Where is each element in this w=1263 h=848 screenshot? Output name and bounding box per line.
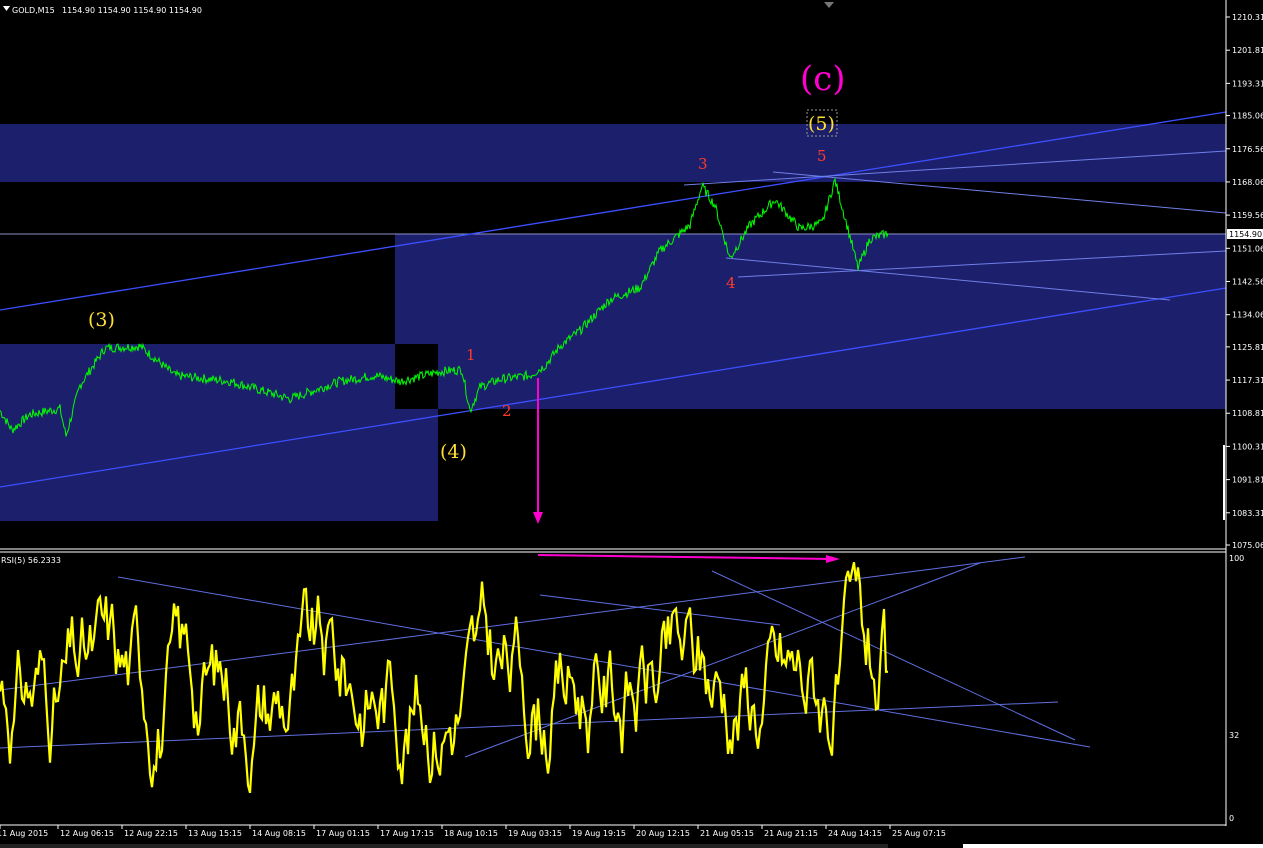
time-tick-label: 13 Aug 15:15 <box>188 829 242 838</box>
time-tick-label: 11 Aug 2015 <box>0 829 48 838</box>
price-tick-label: 1075.06 <box>1232 541 1263 550</box>
time-tick-label: 12 Aug 06:15 <box>60 829 114 838</box>
time-tick-label: 12 Aug 22:15 <box>124 829 178 838</box>
wave-label-3: 3 <box>698 155 708 173</box>
wave-label-cycle-c: (c) <box>800 59 846 99</box>
price-tick-label: 1125.81 <box>1232 343 1263 352</box>
time-tick-label: 17 Aug 01:15 <box>316 829 370 838</box>
wave-label-2: 2 <box>502 402 512 420</box>
price-tick-label: 1091.81 <box>1232 476 1263 485</box>
rsi-tick-label: 100 <box>1229 554 1244 563</box>
price-tick-label: 1142.56 <box>1232 277 1263 286</box>
price-tick-label: 1117.31 <box>1232 376 1263 385</box>
time-tick-label: 19 Aug 03:15 <box>508 829 562 838</box>
time-tick-label: 24 Aug 14:15 <box>828 829 882 838</box>
wave-label-4: 4 <box>726 274 736 292</box>
time-tick-label: 20 Aug 12:15 <box>636 829 690 838</box>
time-tick-label: 18 Aug 10:15 <box>444 829 498 838</box>
wave-label-5: 5 <box>817 147 827 165</box>
price-tick-label: 1210.31 <box>1232 13 1263 22</box>
time-tick-label: 21 Aug 05:15 <box>700 829 754 838</box>
current-price-tag-text: 1154.90 <box>1229 230 1262 239</box>
resistance-zone <box>0 124 1226 182</box>
price-tick-label: 1176.56 <box>1232 145 1263 154</box>
ohlc-readout: 1154.90 1154.90 1154.90 1154.90 <box>62 6 202 15</box>
price-tick-label: 1193.31 <box>1232 79 1263 88</box>
price-tick-label: 1134.06 <box>1232 311 1263 320</box>
wave-label-major-5: (5) <box>808 113 835 135</box>
rsi-tick-label: 32 <box>1229 731 1239 740</box>
price-tick-label: 1185.06 <box>1232 112 1263 121</box>
symbol-label: GOLD,M15 <box>12 6 55 15</box>
rsi-tick-label: 0 <box>1229 814 1234 823</box>
wave-label-major-3: (3) <box>88 309 115 331</box>
time-tick-label: 17 Aug 17:15 <box>380 829 434 838</box>
wave-label-major-4: (4) <box>440 441 467 463</box>
wave-label-1: 1 <box>466 346 476 364</box>
time-tick-label: 14 Aug 08:15 <box>252 829 306 838</box>
price-tick-label: 1168.06 <box>1232 178 1263 187</box>
scrollbar-track[interactable] <box>0 844 888 848</box>
time-tick-label: 21 Aug 21:15 <box>764 829 818 838</box>
price-tick-label: 1151.06 <box>1232 244 1263 253</box>
time-tick-label: 19 Aug 19:15 <box>572 829 626 838</box>
chart-canvas[interactable]: 1 2 3 4 5 (3) (4) (5) (c) GOLD,M15 1154.… <box>0 0 1263 848</box>
rsi-label: RSI(5) 56.2333 <box>1 556 61 565</box>
price-tick-label: 1083.31 <box>1232 509 1263 518</box>
price-tick-label: 1201.81 <box>1232 46 1263 55</box>
price-tick-label: 1100.31 <box>1232 442 1263 451</box>
scrollbar-thumb[interactable] <box>963 844 1263 848</box>
price-tick-label: 1159.56 <box>1232 211 1263 220</box>
price-tick-label: 1108.81 <box>1232 409 1263 418</box>
time-tick-label: 25 Aug 07:15 <box>892 829 946 838</box>
consolidation-zone <box>395 234 1226 409</box>
